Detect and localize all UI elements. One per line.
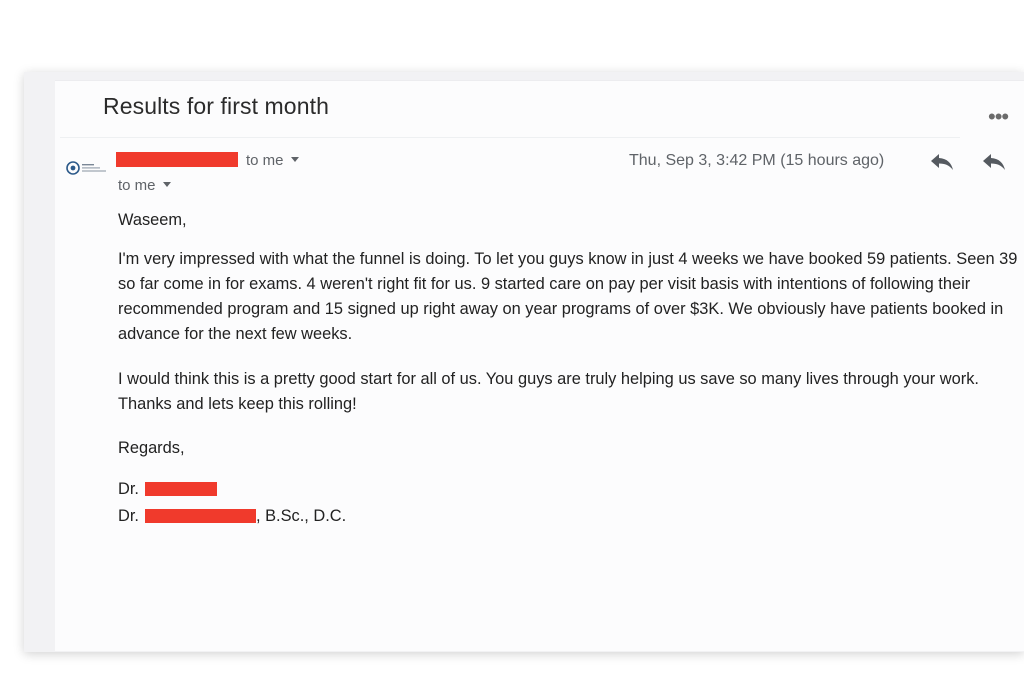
signature-name-redacted-1 — [145, 482, 217, 496]
more-horizontal-icon[interactable]: ••• — [988, 104, 1009, 130]
email-closing: Regards, — [118, 439, 185, 457]
sender-to-me-toggle[interactable]: to me — [246, 152, 299, 169]
recipient-label: to me — [118, 177, 156, 194]
signature-line-1: Dr. — [118, 480, 139, 499]
reply-all-icon[interactable] — [981, 150, 1007, 172]
signature-prefix-2: Dr. — [118, 507, 139, 525]
sender-logo-icon — [66, 161, 106, 175]
email-subject: Results for first month — [103, 93, 329, 119]
recipient-details-toggle[interactable]: to me — [118, 177, 171, 194]
chevron-down-icon — [290, 156, 299, 162]
email-paragraph-2: I would think this is a pretty good star… — [118, 370, 979, 413]
email-date: Thu, Sep 3, 3:42 PM (15 hours ago) — [629, 152, 885, 169]
signature-name-redacted-2 — [145, 509, 256, 523]
sender-name-redacted — [116, 152, 238, 167]
to-me-label: to me — [246, 152, 284, 169]
header-divider — [60, 137, 960, 138]
email-greeting: Waseem, — [118, 211, 187, 229]
signature-line-2: Dr. — [118, 507, 139, 526]
chevron-down-icon — [162, 181, 171, 187]
email-paragraph-1: I'm very impressed with what the funnel … — [118, 250, 1018, 343]
reply-icon[interactable] — [929, 150, 955, 172]
signature-credentials: , B.Sc., D.C. — [256, 507, 347, 525]
signature-prefix-1: Dr. — [118, 480, 139, 498]
